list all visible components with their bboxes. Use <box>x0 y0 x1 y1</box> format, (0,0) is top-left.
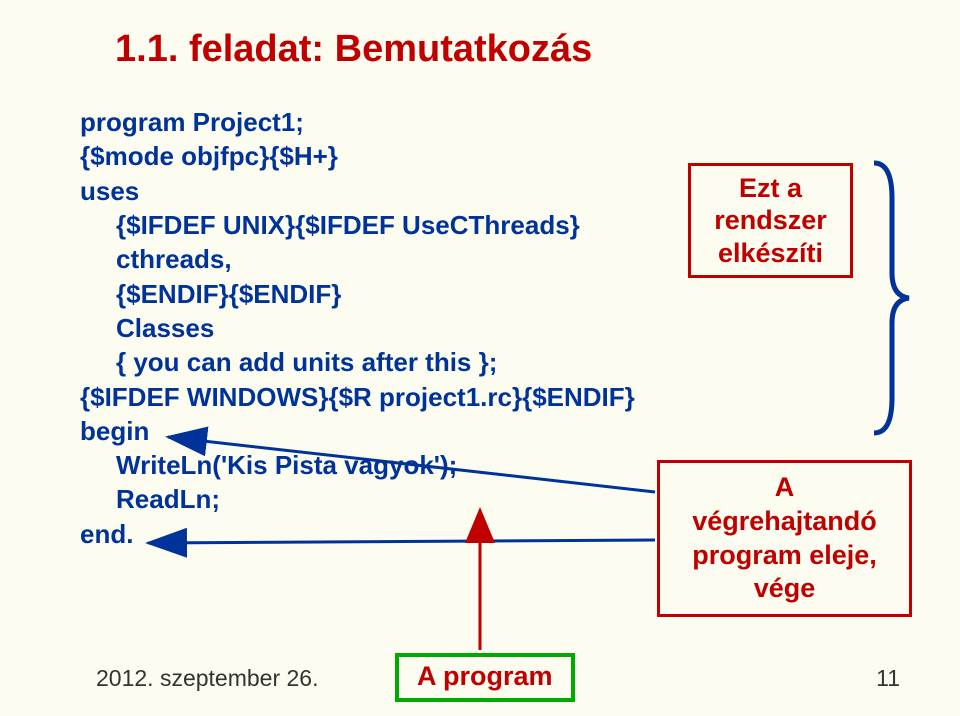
annotation-line: rendszer <box>699 204 842 236</box>
code-block: program Project1; {$mode objfpc}{$H+} us… <box>80 105 635 551</box>
annotation-box-1: Ezt a rendszer elkészíti <box>688 163 853 278</box>
code-line: ReadLn; <box>80 482 635 516</box>
annotation-box-2: A végrehajtandó program eleje, vége <box>657 460 912 617</box>
code-line: {$IFDEF UNIX}{$IFDEF UseCThreads} <box>80 208 635 242</box>
annotation-line: A <box>666 471 903 505</box>
annotation-line: Ezt a <box>699 172 842 204</box>
code-line: begin <box>80 414 635 448</box>
footer-date: 2012. szeptember 26. <box>96 665 318 692</box>
annotation-line: program eleje, <box>666 539 903 573</box>
annotation-line: elkészíti <box>699 237 842 269</box>
slide-title: 1.1. feladat: Bemutatkozás <box>115 28 592 71</box>
annotation-line: végrehajtandó <box>666 505 903 539</box>
code-line: {$mode objfpc}{$H+} <box>80 139 635 173</box>
footer-page-number: 11 <box>876 665 900 692</box>
code-line: uses <box>80 174 635 208</box>
code-line: WriteLn('Kis Pista vagyok'); <box>80 448 635 482</box>
curly-brace-icon <box>864 158 914 438</box>
code-line: program Project1; <box>80 105 635 139</box>
code-line: end. <box>80 517 635 551</box>
code-line: {$IFDEF WINDOWS}{$R project1.rc}{$ENDIF} <box>80 380 635 414</box>
program-label-box: A program <box>395 653 575 702</box>
code-line: { you can add units after this }; <box>80 345 635 379</box>
code-line: Classes <box>80 311 635 345</box>
code-line: {$ENDIF}{$ENDIF} <box>80 277 635 311</box>
code-line: cthreads, <box>80 242 635 276</box>
annotation-line: vége <box>666 572 903 606</box>
